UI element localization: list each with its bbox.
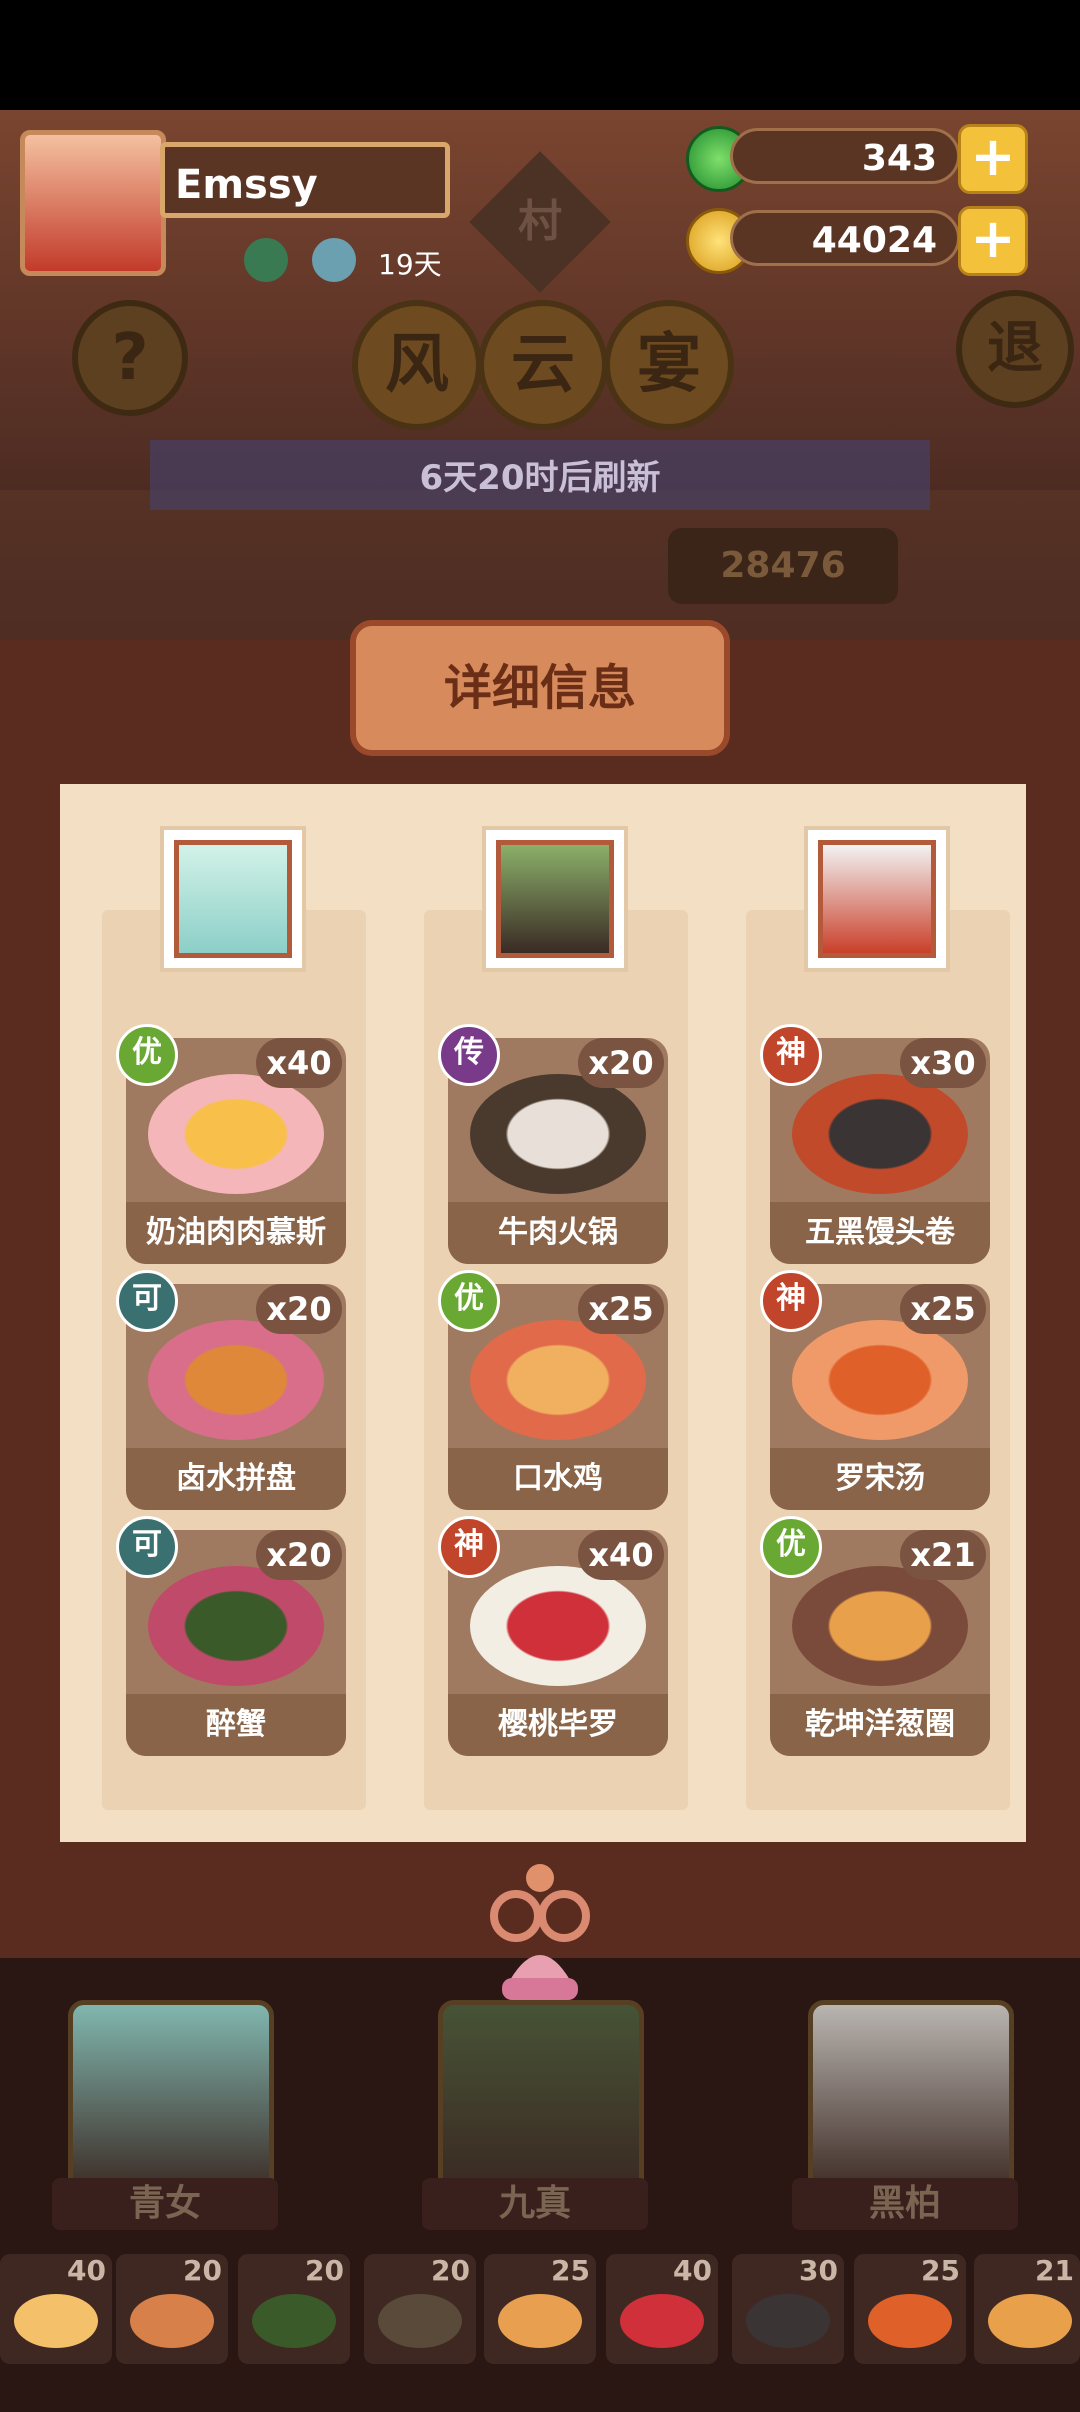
dish-image xyxy=(792,1074,968,1194)
dish-card[interactable]: x20 可 卤水拼盘 xyxy=(116,1270,346,1510)
strip-count: 40 xyxy=(67,2254,106,2287)
character-name: 黑柏 xyxy=(792,2178,1018,2230)
dish-quantity: x20 xyxy=(256,1284,342,1334)
dish-quantity: x30 xyxy=(900,1038,986,1088)
dish-card[interactable]: x40 优 奶油肉肉慕斯 xyxy=(116,1024,346,1264)
portrait-2 xyxy=(482,826,628,972)
jade-amount: 343 xyxy=(730,128,960,184)
dish-name: 醉蟹 xyxy=(126,1694,346,1756)
dish-name: 口水鸡 xyxy=(448,1448,668,1510)
detail-title: 详细信息 xyxy=(350,620,730,756)
character-card-1[interactable] xyxy=(68,2000,274,2200)
character-card-3[interactable] xyxy=(808,2000,1014,2200)
add-jade-button[interactable]: + xyxy=(958,124,1028,194)
dish-quantity: x20 xyxy=(256,1530,342,1580)
strip-count: 20 xyxy=(305,2254,344,2287)
strip-dish[interactable]: 20 xyxy=(116,2254,228,2364)
feast-title-char-3: 宴 xyxy=(604,300,734,430)
dish-image xyxy=(470,1074,646,1194)
tier-badge: 优 xyxy=(116,1024,178,1086)
strip-count: 30 xyxy=(799,2254,838,2287)
dish-card[interactable]: x25 优 口水鸡 xyxy=(438,1270,668,1510)
tier-badge: 优 xyxy=(438,1270,500,1332)
buff-icon-2[interactable] xyxy=(312,238,356,282)
village-label: 村 xyxy=(518,196,562,247)
score-badge: 28476 xyxy=(668,528,898,604)
strip-count: 25 xyxy=(551,2254,590,2287)
character-name: 青女 xyxy=(52,2178,278,2230)
dish-image xyxy=(148,1566,324,1686)
tier-badge: 优 xyxy=(760,1516,822,1578)
exit-button[interactable]: 退 xyxy=(956,290,1074,408)
tier-badge: 可 xyxy=(116,1516,178,1578)
strip-dish[interactable]: 40 xyxy=(0,2254,112,2364)
strip-dish[interactable]: 40 xyxy=(606,2254,718,2364)
strip-count: 20 xyxy=(431,2254,470,2287)
dish-card[interactable]: x20 传 牛肉火锅 xyxy=(438,1024,668,1264)
dish-card[interactable]: x25 神 罗宋汤 xyxy=(760,1270,990,1510)
strip-count: 40 xyxy=(673,2254,712,2287)
dish-quantity: x40 xyxy=(578,1530,664,1580)
strip-dish[interactable]: 20 xyxy=(238,2254,350,2364)
dish-quantity: x25 xyxy=(900,1284,986,1334)
strip-count: 20 xyxy=(183,2254,222,2287)
player-name: Emssy xyxy=(160,142,450,218)
dish-name: 卤水拼盘 xyxy=(126,1448,346,1510)
strip-dish[interactable]: 21 xyxy=(974,2254,1080,2364)
dish-card[interactable]: x30 神 五黑馒头卷 xyxy=(760,1024,990,1264)
dish-card[interactable]: x40 神 樱桃毕罗 xyxy=(438,1516,668,1756)
help-button[interactable]: ? xyxy=(72,300,188,416)
tier-badge: 可 xyxy=(116,1270,178,1332)
tier-badge: 传 xyxy=(438,1024,500,1086)
strip-dish[interactable]: 20 xyxy=(364,2254,476,2364)
portrait-3 xyxy=(804,826,950,972)
village-emblem: 村 xyxy=(469,151,611,293)
dish-image xyxy=(470,1320,646,1440)
portrait-1 xyxy=(160,826,306,972)
tier-badge: 神 xyxy=(760,1024,822,1086)
dish-quantity: x25 xyxy=(578,1284,664,1334)
tier-badge: 神 xyxy=(760,1270,822,1332)
character-card-2[interactable] xyxy=(438,2000,644,2200)
dish-name: 罗宋汤 xyxy=(770,1448,990,1510)
days-count: 19天 xyxy=(378,248,442,281)
strip-dish[interactable]: 25 xyxy=(854,2254,966,2364)
dish-name: 五黑馒头卷 xyxy=(770,1202,990,1264)
dish-image xyxy=(792,1566,968,1686)
strip-dish[interactable]: 25 xyxy=(484,2254,596,2364)
dish-image xyxy=(470,1566,646,1686)
dish-card[interactable]: x21 优 乾坤洋葱圈 xyxy=(760,1516,990,1756)
strip-count: 25 xyxy=(921,2254,960,2287)
strip-count: 21 xyxy=(1035,2254,1074,2287)
dish-quantity: x21 xyxy=(900,1530,986,1580)
buff-icon-1[interactable] xyxy=(244,238,288,282)
dish-card[interactable]: x20 可 醉蟹 xyxy=(116,1516,346,1756)
player-avatar[interactable] xyxy=(20,130,166,276)
coin-amount: 44024 xyxy=(730,210,960,266)
dish-name: 奶油肉肉慕斯 xyxy=(126,1202,346,1264)
dish-image xyxy=(148,1320,324,1440)
add-coin-button[interactable]: + xyxy=(958,206,1028,276)
dish-quantity: x20 xyxy=(578,1038,664,1088)
dish-quantity: x40 xyxy=(256,1038,342,1088)
feast-title-char-1: 风 xyxy=(352,300,482,430)
dish-name: 乾坤洋葱圈 xyxy=(770,1694,990,1756)
feast-title-char-2: 云 xyxy=(478,300,608,430)
tassel-knot-icon xyxy=(490,1864,590,2000)
refresh-countdown: 6天20时后刷新 xyxy=(419,458,661,498)
dish-name: 樱桃毕罗 xyxy=(448,1694,668,1756)
character-name: 九真 xyxy=(422,2178,648,2230)
dish-image xyxy=(148,1074,324,1194)
dish-name: 牛肉火锅 xyxy=(448,1202,668,1264)
dish-image xyxy=(792,1320,968,1440)
strip-dish[interactable]: 30 xyxy=(732,2254,844,2364)
tier-badge: 神 xyxy=(438,1516,500,1578)
